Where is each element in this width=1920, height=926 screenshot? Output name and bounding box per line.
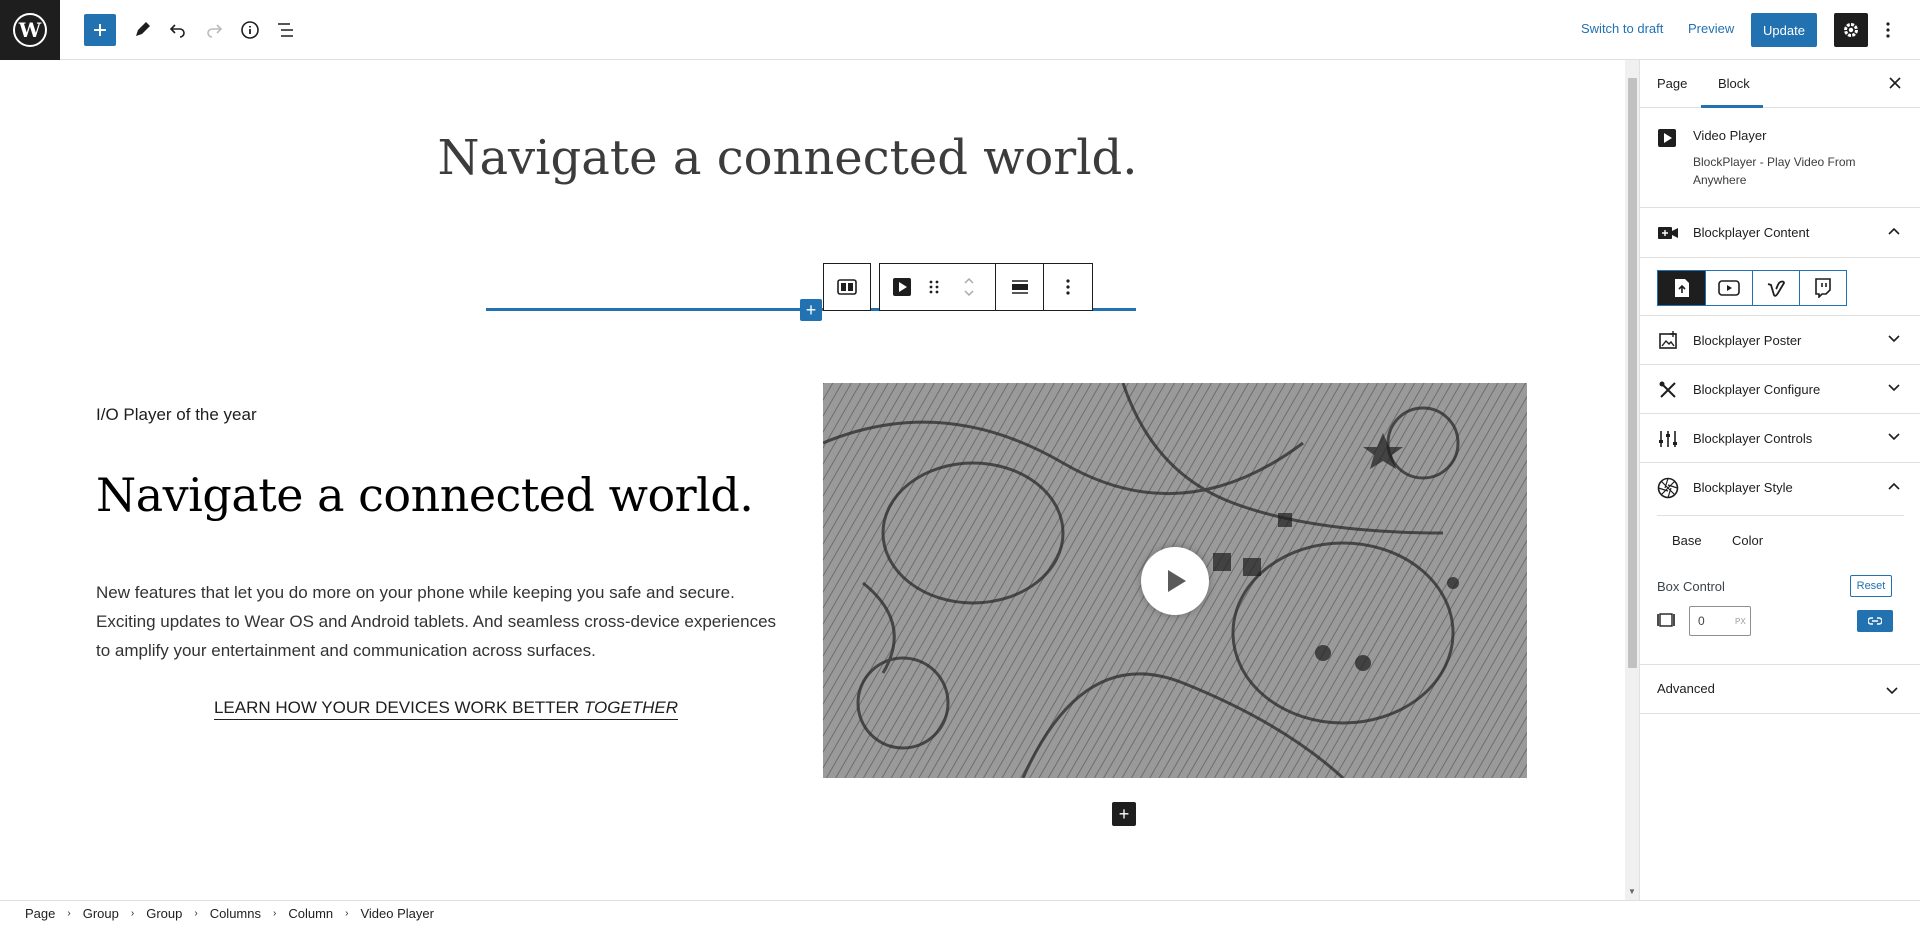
panel-advanced[interactable]: Advanced (1640, 664, 1920, 714)
drag-handle-icon[interactable] (924, 264, 944, 310)
close-icon[interactable] (1885, 73, 1905, 93)
parent-select-toolbar[interactable] (823, 263, 871, 311)
scroll-down-arrow-icon[interactable]: ▼ (1628, 887, 1636, 896)
panel-title: Blockplayer Style (1693, 480, 1793, 495)
add-block-button[interactable] (84, 14, 116, 46)
sidebar-tabs: Page Block (1640, 60, 1920, 108)
tools-icon (1657, 379, 1679, 401)
breadcrumb-item[interactable]: Column (288, 906, 333, 921)
inline-inserter-plus-icon[interactable]: + (800, 299, 822, 321)
video-player[interactable] (823, 383, 1527, 778)
chevron-up-icon (1886, 478, 1902, 494)
panel-blockplayer-style[interactable]: Blockplayer Style (1640, 463, 1920, 512)
block-name: Video Player (1693, 128, 1767, 143)
aperture-icon (1657, 477, 1679, 499)
switch-to-draft-button[interactable]: Switch to draft (1581, 21, 1663, 36)
video-block-icon (1657, 128, 1677, 153)
panel-blockplayer-controls[interactable]: Blockplayer Controls (1640, 414, 1920, 463)
block-description: BlockPlayer - Play Video From Anywhere (1693, 155, 1856, 187)
wordpress-logo-icon[interactable]: W (0, 0, 60, 60)
panel-title: Blockplayer Controls (1693, 430, 1813, 446)
chevron-up-icon (1886, 223, 1902, 239)
box-control-label: Box Control (1657, 579, 1725, 594)
redo-icon[interactable] (198, 14, 230, 46)
box-unit: PX (1735, 617, 1746, 626)
video-source-buttons (1657, 270, 1847, 306)
image-icon (1657, 330, 1679, 352)
chevron-right-icon: › (272, 908, 277, 919)
panel-title: Blockplayer Configure (1693, 381, 1821, 397)
style-tab-color[interactable]: Color (1732, 533, 1763, 548)
tab-block[interactable]: Block (1718, 76, 1750, 91)
breadcrumb: Page › Group › Group › Columns › Column … (0, 900, 1920, 926)
video-camera-icon (1657, 222, 1679, 244)
sliders-icon (1657, 428, 1679, 450)
chevron-down-icon (1886, 331, 1902, 347)
block-toolbar (879, 263, 1093, 311)
chevron-right-icon: › (67, 908, 71, 919)
panel-blockplayer-poster[interactable]: Blockplayer Poster (1640, 316, 1920, 365)
hero-heading[interactable]: Navigate a connected world. (0, 130, 1575, 186)
vimeo-icon[interactable] (1752, 271, 1799, 305)
undo-icon[interactable] (162, 14, 194, 46)
chevron-right-icon: › (194, 908, 198, 919)
settings-gear-icon[interactable] (1834, 13, 1868, 47)
upload-icon[interactable] (1658, 271, 1705, 305)
play-icon[interactable] (1141, 547, 1209, 615)
column-paragraph[interactable]: New features that let you do more on you… (96, 578, 786, 665)
align-icon[interactable] (996, 264, 1044, 310)
panel-title: Blockplayer Content (1693, 225, 1810, 240)
column-heading[interactable]: Navigate a connected world. (96, 468, 754, 522)
scrollbar-thumb[interactable] (1628, 78, 1637, 668)
chevron-down-icon (1886, 380, 1902, 396)
eyebrow-text[interactable]: I/O Player of the year (96, 405, 257, 425)
append-block-plus-icon[interactable]: + (1112, 802, 1136, 826)
breadcrumb-item[interactable]: Group (83, 906, 119, 921)
chevron-down-icon (1886, 682, 1898, 700)
editor-header: W Switch to draft Preview Update (0, 0, 1920, 60)
move-up-down-icon[interactable] (943, 264, 995, 310)
list-view-icon[interactable] (270, 14, 302, 46)
panel-blockplayer-configure[interactable]: Blockplayer Configure (1640, 365, 1920, 414)
breadcrumb-item[interactable]: Page (25, 906, 55, 921)
link-icon (1868, 617, 1882, 625)
breadcrumb-item[interactable]: Group (146, 906, 182, 921)
breadcrumb-item[interactable]: Video Player (360, 906, 433, 921)
options-more-icon[interactable] (1878, 14, 1898, 46)
canvas-scrollbar[interactable]: ▼ (1625, 60, 1639, 900)
panel-title: Advanced (1657, 681, 1715, 696)
youtube-icon[interactable] (1705, 271, 1752, 305)
panel-title: Blockplayer Poster (1693, 332, 1802, 348)
chevron-right-icon: › (345, 908, 349, 919)
chevron-right-icon: › (130, 908, 135, 919)
svg-text:W: W (18, 18, 42, 42)
content-source-row (1640, 258, 1920, 316)
chevron-down-icon (1886, 429, 1902, 445)
panel-blockplayer-content[interactable]: Blockplayer Content (1640, 208, 1920, 258)
settings-sidebar: Page Block Video Player BlockPlayer - Pl… (1639, 60, 1920, 900)
details-info-icon[interactable] (234, 14, 266, 46)
box-sides-icon (1657, 611, 1675, 634)
style-tab-base[interactable]: Base (1672, 533, 1702, 548)
tab-page[interactable]: Page (1657, 76, 1687, 91)
block-card: Video Player BlockPlayer - Play Video Fr… (1640, 108, 1920, 208)
preview-button[interactable]: Preview (1688, 21, 1734, 36)
cta-link[interactable]: LEARN HOW YOUR DEVICES WORK BETTER TOGET… (96, 698, 796, 720)
edit-pencil-icon[interactable] (126, 14, 158, 46)
columns-icon (837, 279, 857, 295)
breadcrumb-item[interactable]: Columns (210, 906, 261, 921)
block-options-icon[interactable] (1044, 264, 1092, 310)
reset-button[interactable]: Reset (1850, 575, 1892, 597)
video-block-icon[interactable] (880, 264, 924, 310)
twitch-icon[interactable] (1799, 271, 1846, 305)
update-button[interactable]: Update (1751, 13, 1817, 47)
link-sides-button[interactable] (1857, 610, 1893, 632)
